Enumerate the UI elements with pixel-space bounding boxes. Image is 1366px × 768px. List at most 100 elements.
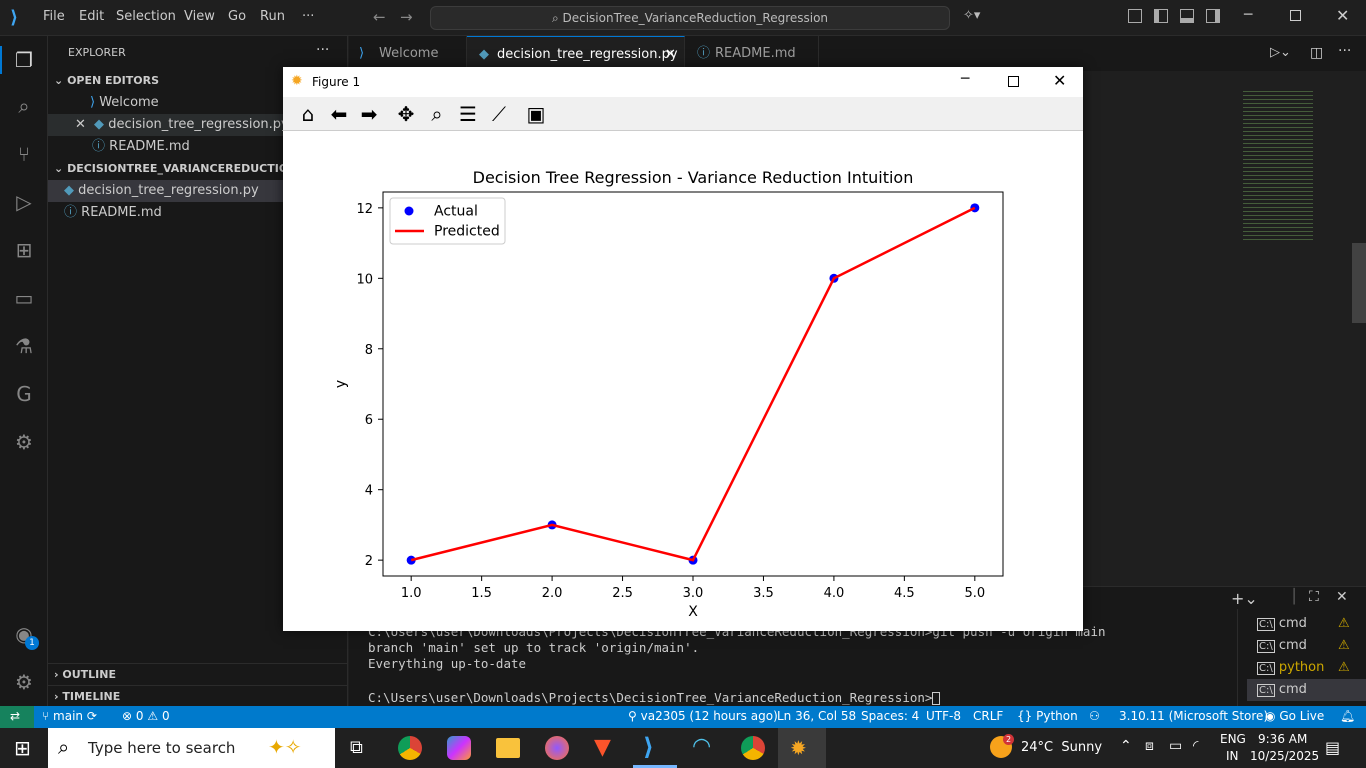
windows-taskbar: ⊞ ⌕ Type here to search ✦✧ ⧉ ▼ ⟩ ◠ ✹ 2 2… (0, 728, 1366, 768)
terminal-session-cmd[interactable]: C:\ cmd ⚠ (1247, 635, 1366, 657)
close-icon[interactable]: ✕ (1336, 6, 1349, 25)
branch-status[interactable]: ⑂ main ⟳ (42, 709, 97, 723)
battery-icon[interactable]: ▭ (1169, 738, 1182, 754)
chrome-profile-icon[interactable] (741, 736, 765, 760)
tab-readme[interactable]: ⓘ README.md (685, 36, 819, 71)
forward-icon[interactable]: ➡ (356, 101, 382, 127)
brave-icon[interactable]: ▼ (594, 735, 611, 760)
testing-icon[interactable]: ⚗ (12, 334, 36, 358)
close-icon[interactable]: ✕ (1053, 71, 1066, 90)
containers-icon[interactable]: ⚙ (12, 430, 36, 454)
explorer-icon[interactable]: ❐ (12, 48, 36, 72)
menu-file[interactable]: File (43, 9, 65, 24)
close-panel-icon[interactable]: ✕ (1336, 589, 1348, 605)
run-python-icon[interactable]: ▷⌄ (1270, 45, 1291, 60)
windsurf-icon[interactable]: ◠ (692, 734, 711, 759)
encoding[interactable]: UTF-8 (926, 709, 961, 723)
toggle-sidebar-icon[interactable] (1154, 9, 1168, 23)
copilot-status-icon[interactable]: ⚇ (1089, 709, 1100, 723)
menu-edit[interactable]: Edit (79, 9, 104, 24)
cursor-position[interactable]: Ln 36, Col 58 (777, 709, 856, 723)
copilot-icon[interactable]: ✧▾ (963, 8, 980, 23)
toggle-secondary-sidebar-icon[interactable] (1206, 9, 1220, 23)
terminal-session-python[interactable]: C:\ python ⚠ (1247, 657, 1366, 679)
split-editor-icon[interactable]: ◫ (1310, 45, 1323, 61)
editor-scrollbar[interactable] (1352, 243, 1366, 323)
command-center-search[interactable]: ⌕ DecisionTree_VarianceReduction_Regress… (430, 6, 950, 30)
language-mode[interactable]: {} Python (1017, 709, 1078, 723)
more-actions-icon[interactable]: ··· (316, 42, 329, 58)
task-view-icon[interactable]: ⧉ (350, 737, 363, 758)
maximize-icon[interactable] (1008, 76, 1019, 87)
menu-selection[interactable]: Selection (116, 9, 176, 24)
layout-customize-icon[interactable] (1128, 9, 1142, 23)
cursor (932, 692, 941, 705)
terminal-session-cmd-active[interactable]: C:\ cmd (1247, 679, 1366, 701)
commit-status[interactable]: ⚲ va2305 (12 hours ago) (628, 709, 778, 723)
copilot-app-icon[interactable] (447, 736, 471, 760)
new-terminal-icon[interactable]: +⌄ (1231, 589, 1258, 608)
tab-decision-tree-py[interactable]: ◆ decision_tree_regression.py ✕ (467, 36, 685, 71)
matplotlib-taskbar-button[interactable]: ✹ (778, 728, 826, 768)
menu-go[interactable]: Go (228, 9, 246, 24)
edit-axis-icon[interactable]: ⟋ (486, 101, 512, 127)
configure-subplots-icon[interactable]: ☰ (455, 101, 481, 127)
restore-icon[interactable] (1290, 10, 1301, 21)
remote-explorer-icon[interactable]: ▭ (12, 286, 36, 310)
run-debug-icon[interactable]: ▷ (12, 190, 36, 214)
firefox-icon[interactable] (545, 736, 569, 760)
save-icon[interactable]: ▣ (523, 101, 549, 127)
back-arrow-icon[interactable]: ← (373, 8, 386, 26)
timeline-header[interactable]: › TIMELINE (48, 685, 347, 706)
notifications-bell-icon[interactable]: 🔔︎ (1340, 709, 1355, 723)
terminal-session-cmd[interactable]: C:\ cmd ⚠ (1247, 613, 1366, 635)
line-ending[interactable]: CRLF (973, 709, 1003, 723)
gitlens-icon[interactable]: G (12, 382, 36, 406)
notification-center-icon[interactable]: ▤ (1325, 738, 1340, 757)
menu-view[interactable]: View (184, 9, 215, 24)
source-control-icon[interactable]: ⑂ (12, 142, 36, 166)
chrome-icon[interactable] (398, 736, 422, 760)
pan-icon[interactable]: ✥ (393, 101, 419, 127)
indentation[interactable]: Spaces: 4 (861, 709, 919, 723)
wifi-icon[interactable]: ◜ (1193, 738, 1198, 754)
windows-start-icon[interactable]: ⊞ (14, 736, 31, 760)
weather-text[interactable]: 24°C Sunny (1021, 740, 1102, 755)
input-region[interactable]: IN (1226, 749, 1239, 763)
menu-more[interactable]: ··· (302, 9, 314, 24)
more-actions-icon[interactable]: ··· (1338, 43, 1351, 59)
go-live[interactable]: ◉ Go Live (1265, 709, 1324, 723)
clock-date[interactable]: 10/25/2025 (1250, 749, 1319, 763)
show-hidden-icons[interactable]: ⌃ (1120, 738, 1132, 754)
terminal-line: Everything up-to-date (368, 656, 527, 671)
forward-arrow-icon[interactable]: → (400, 8, 413, 26)
menu-run[interactable]: Run (260, 9, 285, 24)
zoom-icon[interactable]: ⌕ (424, 101, 450, 127)
minimap[interactable] (1243, 91, 1313, 241)
remote-indicator[interactable]: ⇄ (0, 706, 34, 728)
toggle-panel-icon[interactable] (1180, 9, 1194, 23)
extensions-icon[interactable]: ⊞ (12, 238, 36, 262)
python-interpreter[interactable]: 3.10.11 (Microsoft Store) (1119, 709, 1268, 723)
tab-welcome[interactable]: ⟩ Welcome (349, 36, 467, 71)
manage-gear-icon[interactable]: ⚙ (12, 670, 36, 694)
close-editor-icon[interactable]: ✕ (75, 117, 86, 132)
home-icon[interactable]: ⌂ (295, 101, 321, 127)
problems-status[interactable]: ⊗ 0 ⚠ 0 (122, 709, 170, 723)
outline-header[interactable]: › OUTLINE (48, 663, 347, 685)
terminal-prompt[interactable]: C:\Users\user\Downloads\Projects\Decisio… (368, 690, 941, 705)
input-lang[interactable]: ENG (1220, 732, 1246, 746)
y-tick-label: 6 (365, 413, 373, 428)
minimize-icon[interactable]: ─ (961, 71, 969, 87)
search-icon[interactable]: ⌕ (12, 94, 36, 118)
clock-time[interactable]: 9:36 AM (1258, 732, 1307, 746)
file-explorer-icon[interactable] (496, 738, 520, 758)
minimize-icon[interactable]: ─ (1244, 7, 1252, 23)
plot-area (382, 191, 1004, 577)
back-icon[interactable]: ⬅ (326, 101, 352, 127)
taskbar-search[interactable]: ⌕ Type here to search ✦✧ (48, 728, 335, 768)
vscode-taskbar-icon[interactable]: ⟩ (643, 733, 654, 761)
maximize-panel-icon[interactable]: ⛶ (1309, 589, 1319, 605)
meet-icon[interactable]: ⧈ (1145, 738, 1154, 754)
chart-canvas[interactable]: Decision Tree Regression - Variance Redu… (283, 131, 1083, 631)
